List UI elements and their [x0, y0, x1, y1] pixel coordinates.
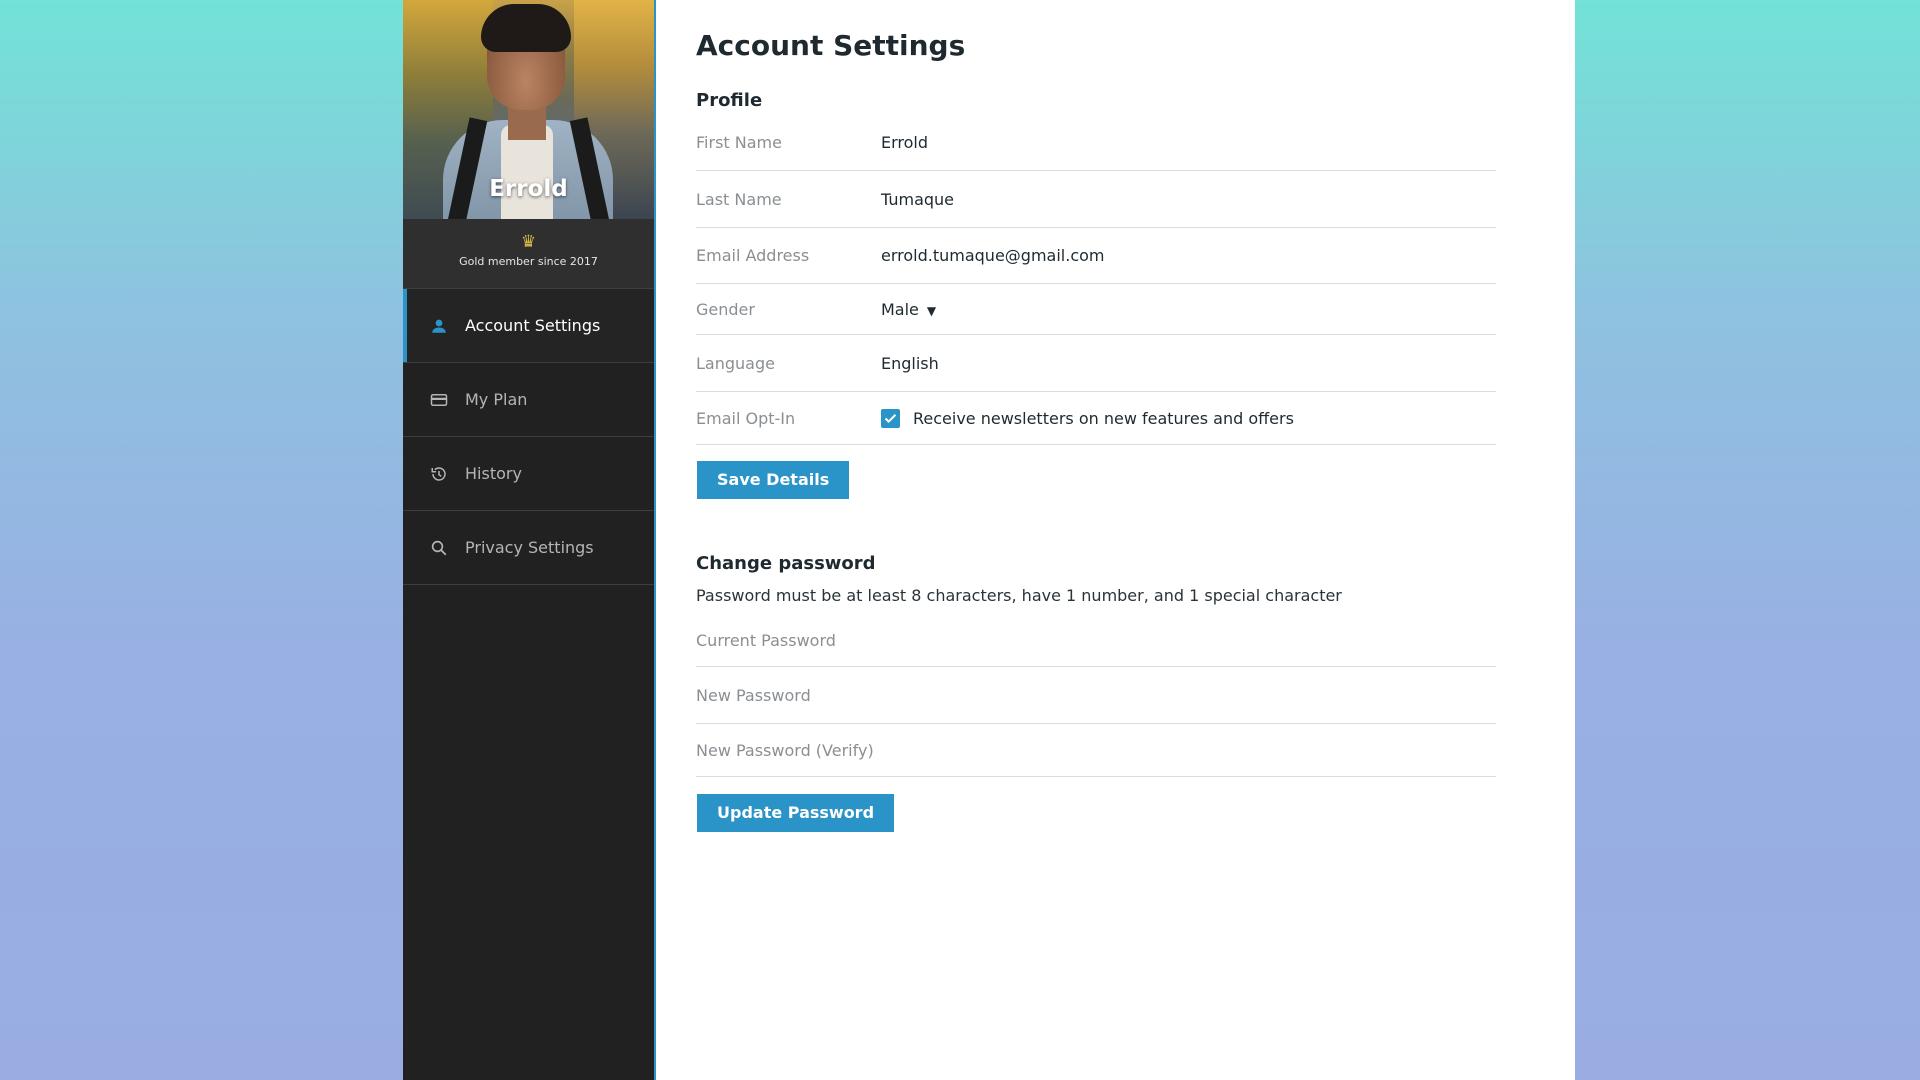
sidebar-item-my-plan[interactable]: My Plan: [403, 363, 654, 437]
avatar: Errold: [403, 0, 654, 219]
sidebar-item-history[interactable]: History: [403, 437, 654, 511]
language-label: Language: [696, 353, 775, 373]
app-container: Errold ♛ Gold member since 2017 Account …: [403, 0, 1575, 1080]
opt-in-text: Receive newsletters on new features and …: [913, 408, 1294, 428]
save-details-button[interactable]: Save Details: [697, 461, 850, 499]
membership-badge: ♛ Gold member since 2017: [403, 219, 654, 289]
language-row: Language English: [696, 335, 1496, 392]
main-content: Account Settings Profile First Name Erro…: [654, 0, 1575, 1080]
opt-in-checkbox[interactable]: [881, 408, 900, 428]
sidebar-item-label: My Plan: [465, 390, 528, 409]
new-password-row: [696, 667, 1496, 724]
gender-select[interactable]: Male ▼: [881, 300, 936, 319]
profile-section-title: Profile: [696, 90, 763, 111]
last-name-label: Last Name: [696, 189, 782, 209]
current-password-row: [696, 615, 1496, 667]
first-name-label: First Name: [696, 132, 782, 152]
opt-in-row: Email Opt-In Receive newsletters on new …: [696, 392, 1496, 445]
sidebar-item-privacy-settings[interactable]: Privacy Settings: [403, 511, 654, 585]
verify-password-row: [696, 724, 1496, 777]
first-name-row: First Name Errold: [696, 114, 1496, 171]
email-field[interactable]: errold.tumaque@gmail.com: [881, 246, 1104, 265]
sidebar-item-account-settings[interactable]: Account Settings: [403, 289, 654, 363]
email-label: Email Address: [696, 246, 810, 265]
gender-row: Gender Male ▼: [696, 284, 1496, 335]
membership-text: Gold member since 2017: [459, 255, 598, 268]
sidebar: Errold ♛ Gold member since 2017 Account …: [403, 0, 654, 1080]
update-password-button[interactable]: Update Password: [697, 794, 895, 832]
last-name-row: Last Name Tumaque: [696, 171, 1496, 228]
opt-in-label: Email Opt-In: [696, 408, 796, 428]
sidebar-item-label: Privacy Settings: [465, 538, 594, 557]
caret-down-icon: ▼: [926, 304, 937, 318]
gender-value: Male: [881, 299, 919, 319]
page-title: Account Settings: [696, 29, 966, 62]
first-name-field[interactable]: Errold: [881, 133, 928, 152]
password-hint: Password must be at least 8 characters, …: [696, 586, 1342, 605]
user-name: Errold: [489, 176, 568, 202]
opt-in-control: Receive newsletters on new features and …: [881, 408, 1294, 428]
history-icon: [429, 464, 449, 484]
sidebar-item-label: Account Settings: [465, 316, 601, 335]
email-row: Email Address errold.tumaque@gmail.com: [696, 228, 1496, 284]
crown-icon: ♛: [520, 232, 537, 252]
last-name-field[interactable]: Tumaque: [881, 190, 954, 209]
sidebar-item-label: History: [465, 464, 522, 483]
verify-password-input[interactable]: [696, 740, 1496, 760]
language-field[interactable]: English: [881, 354, 939, 373]
person-icon: [429, 316, 449, 336]
search-icon: [429, 538, 449, 558]
checkmark-icon: [884, 413, 897, 423]
gender-label: Gender: [696, 299, 755, 319]
new-password-input[interactable]: [696, 685, 1496, 705]
credit-card-icon: [429, 390, 449, 410]
current-password-input[interactable]: [696, 631, 1496, 650]
change-password-title: Change password: [696, 553, 876, 574]
